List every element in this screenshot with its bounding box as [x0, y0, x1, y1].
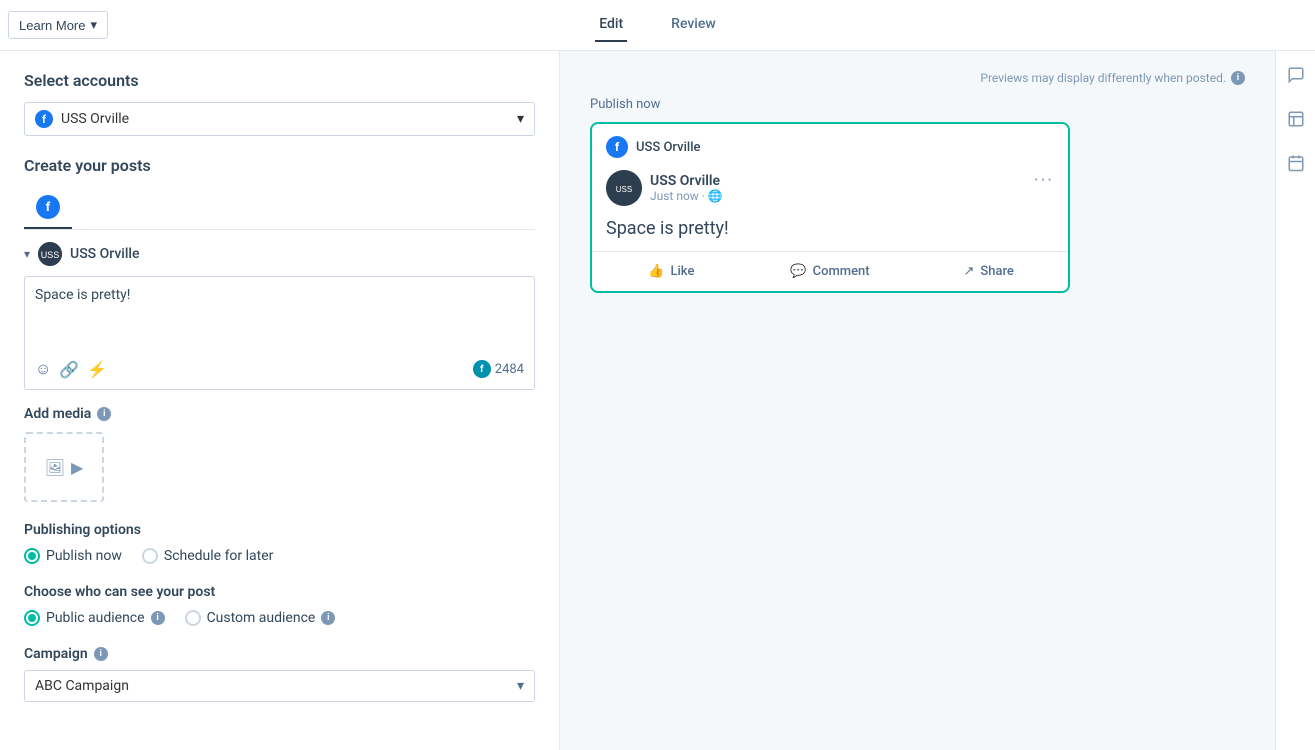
facebook-icon-small: f: [35, 110, 53, 128]
audience-label: Choose who can see your post: [24, 584, 535, 600]
fb-like-button[interactable]: 👍 Like: [592, 256, 751, 287]
fb-more-options-icon[interactable]: ···: [1034, 170, 1054, 191]
public-audience-info-icon: i: [151, 611, 165, 625]
main-tabs: Edit Review: [595, 8, 720, 42]
toolbar-icons: ☺ 🔗 ⚡: [35, 359, 107, 379]
selected-account-name: USS Orville: [61, 111, 129, 127]
char-count: f 2484: [473, 360, 524, 378]
share-label: Share: [980, 264, 1014, 279]
public-audience-option[interactable]: Public audience i: [24, 610, 165, 626]
custom-audience-label: Custom audience: [207, 610, 316, 626]
like-icon: 👍: [648, 264, 664, 279]
layout-icon[interactable]: [1282, 105, 1310, 133]
fb-post-meta: USS USS Orville Just now · 🌐 ···: [592, 162, 1068, 210]
campaign-chevron-icon: ▾: [517, 678, 524, 694]
facebook-preview-card: f USS Orville USS USS Orville Just now ·…: [590, 122, 1070, 293]
svg-text:USS: USS: [41, 250, 60, 260]
chat-bubbles-icon[interactable]: [1282, 61, 1310, 89]
add-media-info-icon: i: [97, 407, 111, 421]
main-layout: Select accounts f USS Orville ▾ Create y…: [0, 51, 1315, 750]
publishing-radio-group: Publish now Schedule for later: [24, 548, 535, 564]
publish-now-radio[interactable]: [24, 548, 40, 564]
preview-note-info-icon: i: [1231, 71, 1245, 85]
learn-more-button[interactable]: Learn More ▾: [8, 11, 108, 39]
comment-icon: 💬: [790, 264, 806, 279]
fb-share-button[interactable]: ↗ Share: [909, 256, 1068, 287]
left-panel: Select accounts f USS Orville ▾ Create y…: [0, 51, 560, 750]
comment-label: Comment: [813, 264, 870, 279]
fb-card-header: f USS Orville: [592, 124, 1068, 162]
campaign-label: Campaign i: [24, 646, 535, 662]
custom-audience-radio[interactable]: [185, 610, 201, 626]
campaign-value: ABC Campaign: [35, 678, 129, 694]
right-panel: Previews may display differently when po…: [560, 51, 1275, 750]
media-upload-box[interactable]: 🖼 ▶: [24, 432, 104, 502]
post-text-input[interactable]: [35, 287, 524, 347]
fb-actions: 👍 Like 💬 Comment ↗ Share: [592, 251, 1068, 291]
publish-now-option[interactable]: Publish now: [24, 548, 122, 564]
fb-avatar-image: USS: [606, 170, 642, 206]
account-collapse-icon[interactable]: ▾: [24, 247, 30, 261]
emoji-icon[interactable]: ☺: [35, 359, 51, 379]
lightning-icon[interactable]: ⚡: [87, 360, 107, 379]
audience-radio-group: Public audience i Custom audience i: [24, 610, 535, 626]
fb-post-time: Just now · 🌐: [650, 189, 723, 203]
attachment-icon[interactable]: 🔗: [59, 360, 79, 379]
account-avatar: USS: [38, 242, 62, 266]
learn-more-label: Learn More: [19, 18, 85, 33]
schedule-later-label: Schedule for later: [164, 548, 274, 564]
fb-page-name-header: USS Orville: [636, 140, 701, 155]
custom-audience-option[interactable]: Custom audience i: [185, 610, 336, 626]
account-display-name: USS Orville: [70, 246, 139, 262]
campaign-label-text: Campaign: [24, 646, 88, 662]
fb-comment-button[interactable]: 💬 Comment: [751, 256, 910, 287]
preview-note-text: Previews may display differently when po…: [980, 71, 1226, 85]
char-count-value: 2484: [495, 362, 524, 377]
chevron-down-icon: ▾: [90, 17, 97, 33]
post-editor: ☺ 🔗 ⚡ f 2484: [24, 276, 535, 390]
fb-post-avatar: USS: [606, 170, 642, 206]
top-bar: Learn More ▾ Edit Review: [0, 0, 1315, 51]
video-icon: ▶: [71, 458, 83, 477]
public-audience-label: Public audience: [46, 610, 145, 626]
campaign-dropdown[interactable]: ABC Campaign ▾: [24, 670, 535, 702]
right-sidebar: [1275, 51, 1315, 750]
public-audience-radio[interactable]: [24, 610, 40, 626]
account-select-left: f USS Orville: [35, 110, 129, 128]
tab-review[interactable]: Review: [667, 8, 720, 42]
account-avatar-image: USS: [38, 242, 62, 266]
share-icon: ↗: [963, 264, 974, 279]
preview-note: Previews may display differently when po…: [590, 71, 1245, 85]
facebook-tab-icon: f: [36, 195, 60, 219]
like-label: Like: [670, 264, 694, 279]
tab-edit[interactable]: Edit: [595, 8, 627, 42]
fb-account-name: USS Orville: [650, 173, 723, 189]
account-row: ▾ USS USS Orville: [24, 242, 535, 266]
select-accounts-title: Select accounts: [24, 71, 535, 90]
custom-audience-info-icon: i: [321, 611, 335, 625]
campaign-info-icon: i: [94, 647, 108, 661]
publishing-options-title: Publishing options: [24, 522, 535, 538]
fb-post-content: Space is pretty!: [592, 210, 1068, 251]
add-media-text: Add media: [24, 406, 91, 422]
calendar-icon[interactable]: [1282, 149, 1310, 177]
publish-now-preview-label: Publish now: [590, 97, 1245, 112]
create-posts-title: Create your posts: [24, 156, 535, 175]
fb-header-icon: f: [606, 136, 628, 158]
post-toolbar: ☺ 🔗 ⚡ f 2484: [35, 359, 524, 379]
image-icon: 🖼: [45, 458, 65, 477]
account-select-dropdown[interactable]: f USS Orville ▾: [24, 102, 535, 136]
account-select-chevron-icon: ▾: [517, 111, 524, 127]
char-count-icon: f: [473, 360, 491, 378]
schedule-later-radio[interactable]: [142, 548, 158, 564]
fb-meta-left: USS USS Orville Just now · 🌐: [606, 170, 723, 206]
post-tab-facebook[interactable]: f: [24, 187, 72, 229]
fb-meta-info: USS Orville Just now · 🌐: [650, 173, 723, 203]
svg-text:USS: USS: [616, 185, 632, 194]
schedule-later-option[interactable]: Schedule for later: [142, 548, 274, 564]
post-tabs-row: f: [24, 187, 535, 230]
publish-now-label: Publish now: [46, 548, 122, 564]
add-media-label: Add media i: [24, 406, 535, 422]
